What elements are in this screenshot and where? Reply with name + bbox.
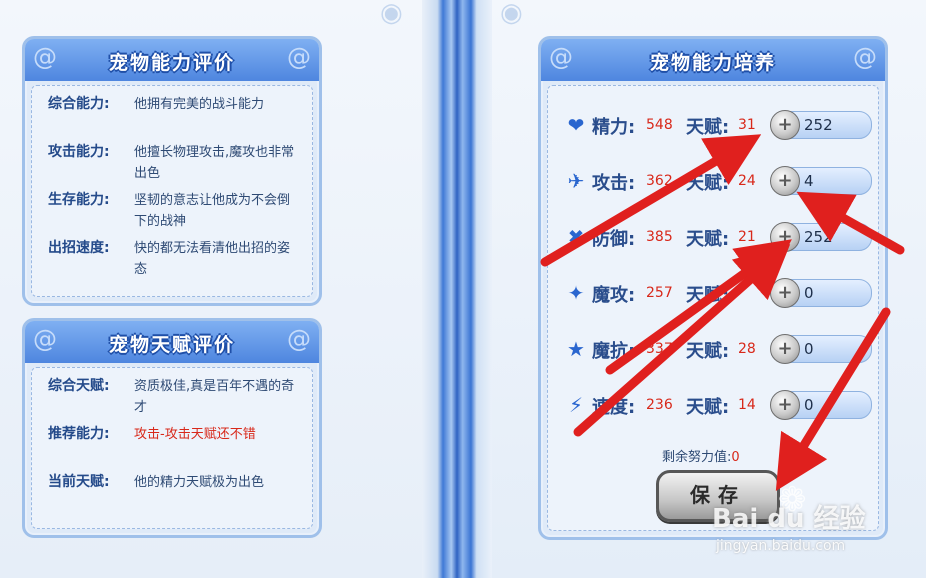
talent-eval-header: @ 宠物天赋评价 @ xyxy=(25,321,319,363)
add-effort-button[interactable]: + xyxy=(770,110,800,140)
talent-label: 天赋: xyxy=(686,117,730,138)
talent-label: 天赋: xyxy=(686,341,730,362)
talent-row-value: 他的精力天赋极为出色 xyxy=(134,475,265,490)
stat-name: 攻击: xyxy=(592,173,636,194)
stat-row-defense: ✖ 防御: 385 天赋: 21 + 252 xyxy=(564,222,874,252)
remaining-effort-label: 剩余努力值: xyxy=(662,450,732,465)
ability-row-label: 出招速度: xyxy=(48,240,110,256)
ability-row-value: 坚韧的意志让他成为不会倒下的战神 xyxy=(134,193,291,229)
talent-label: 天赋: xyxy=(686,229,730,250)
ability-row-label: 生存能力: xyxy=(48,192,110,208)
ability-eval-header: @ 宠物能力评价 @ xyxy=(25,39,319,81)
talent-value: 21 xyxy=(738,229,756,245)
talent-label: 天赋: xyxy=(686,397,730,418)
talent-eval-title: 宠物天赋评价 xyxy=(108,334,235,356)
ability-row-value: 快的都无法看清他出招的姿态 xyxy=(134,241,291,277)
swirl-icon: @ xyxy=(287,325,311,353)
ability-row-value: 他拥有完美的战斗能力 xyxy=(134,97,265,112)
cloud-swirl-icon: ◉ xyxy=(500,0,523,28)
training-header: @ 宠物能力培养 @ xyxy=(541,39,885,81)
stat-value: 337 xyxy=(646,341,673,357)
sword-icon: ✈ xyxy=(567,169,585,193)
effort-value: 252 xyxy=(804,228,833,246)
effort-value: 252 xyxy=(804,116,833,134)
effort-value: 0 xyxy=(804,340,814,358)
add-effort-button[interactable]: + xyxy=(770,166,800,196)
stat-row-speed: ⚡ 速度: 236 天赋: 14 + 0 xyxy=(564,390,874,420)
shield-cross-icon: ✖ xyxy=(567,225,585,249)
stat-row-magic-resist: ★ 魔抗: 337 天赋: 28 + 0 xyxy=(564,334,874,364)
center-divider xyxy=(422,0,492,578)
stat-value: 548 xyxy=(646,117,673,133)
ability-eval-body: 综合能力: 他拥有完美的战斗能力 攻击能力: 他擅长物理攻击,魔攻也非常出色 生… xyxy=(31,85,313,297)
talent-value: 24 xyxy=(738,173,756,189)
effort-value: 4 xyxy=(804,172,814,190)
talent-value: 31 xyxy=(738,117,756,133)
stat-value: 257 xyxy=(646,285,673,301)
training-title: 宠物能力培养 xyxy=(649,52,776,74)
talent-row-label: 当前天赋: xyxy=(48,474,110,490)
swirl-icon: @ xyxy=(853,43,877,71)
stat-row-stamina: ❤ 精力: 548 天赋: 31 + 252 xyxy=(564,110,874,140)
effort-value: 0 xyxy=(804,284,814,302)
stat-name: 魔攻: xyxy=(592,285,636,306)
remaining-effort: 剩余努力值:0 xyxy=(662,446,740,465)
lightning-icon: ⚡ xyxy=(568,393,584,417)
stat-value: 385 xyxy=(646,229,673,245)
swirl-icon: @ xyxy=(549,43,573,71)
swirl-icon: @ xyxy=(33,43,57,71)
talent-row-value: 资质极佳,真是百年不遇的奇才 xyxy=(134,379,295,415)
heart-icon: ❤ xyxy=(567,113,585,137)
talent-eval-body: 综合天赋: 资质极佳,真是百年不遇的奇才 推荐能力: 攻击-攻击天赋还不错 当前… xyxy=(31,367,313,529)
watermark-brand: Bai du 经验 xyxy=(712,504,866,534)
stat-value: 362 xyxy=(646,173,673,189)
stat-row-attack: ✈ 攻击: 362 天赋: 24 + 4 xyxy=(564,166,874,196)
ability-row-label: 攻击能力: xyxy=(48,144,110,160)
add-effort-button[interactable]: + xyxy=(770,390,800,420)
cloud-swirl-icon: ◉ xyxy=(380,0,403,28)
remaining-effort-value: 0 xyxy=(731,450,740,465)
stat-name: 防御: xyxy=(592,229,636,250)
stat-value: 236 xyxy=(646,397,673,413)
stat-name: 速度: xyxy=(592,397,636,418)
add-effort-button[interactable]: + xyxy=(770,222,800,252)
swirl-icon: @ xyxy=(287,43,311,71)
magic-resist-icon: ★ xyxy=(567,337,585,361)
watermark-url: jingyan.baidu.com xyxy=(716,538,846,554)
stat-name: 精力: xyxy=(592,117,636,138)
ability-eval-title: 宠物能力评价 xyxy=(108,52,235,74)
talent-row-value: 攻击-攻击天赋还不错 xyxy=(134,427,256,442)
stat-name: 魔抗: xyxy=(592,341,636,362)
talent-value: 14 xyxy=(738,397,756,413)
add-effort-button[interactable]: + xyxy=(770,334,800,364)
stat-row-magic-attack: ✦ 魔攻: 257 天赋: + 0 xyxy=(564,278,874,308)
talent-eval-panel: @ 宠物天赋评价 @ 综合天赋: 资质极佳,真是百年不遇的奇才 推荐能力: 攻击… xyxy=(22,318,322,538)
ability-eval-panel: @ 宠物能力评价 @ 综合能力: 他拥有完美的战斗能力 攻击能力: 他擅长物理攻… xyxy=(22,36,322,306)
talent-label: 天赋: xyxy=(686,285,730,306)
magic-attack-icon: ✦ xyxy=(567,281,585,305)
talent-row-label: 综合天赋: xyxy=(48,378,110,394)
effort-value: 0 xyxy=(804,396,814,414)
ability-row-value: 他擅长物理攻击,魔攻也非常出色 xyxy=(134,145,295,181)
ability-row-label: 综合能力: xyxy=(48,96,110,112)
add-effort-button[interactable]: + xyxy=(770,278,800,308)
talent-row-label: 推荐能力: xyxy=(48,426,110,442)
talent-value: 28 xyxy=(738,341,756,357)
swirl-icon: @ xyxy=(33,325,57,353)
talent-label: 天赋: xyxy=(686,173,730,194)
